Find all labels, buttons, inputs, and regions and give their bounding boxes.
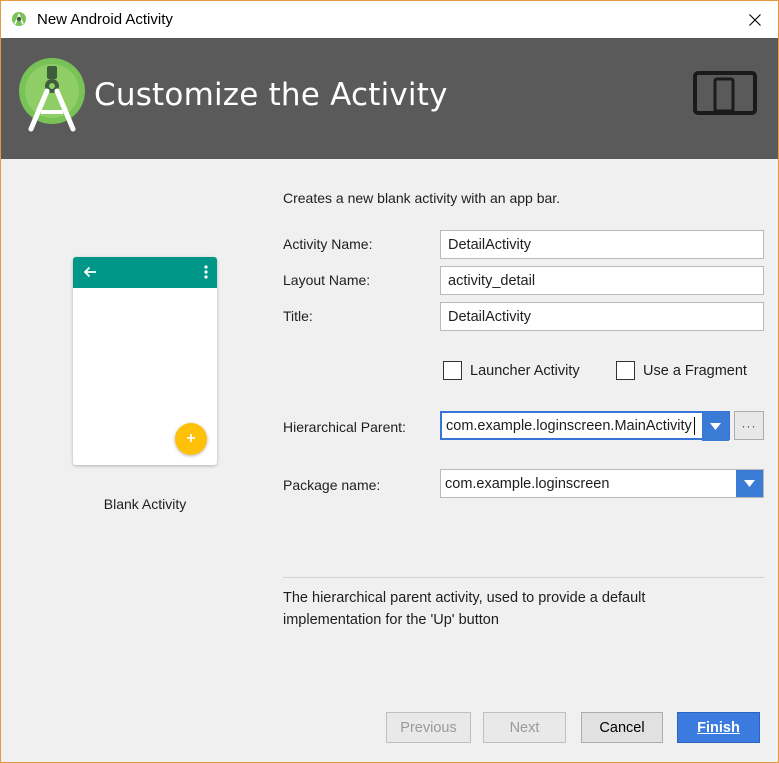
- preview-app-bar: [73, 257, 217, 288]
- activity-name-field[interactable]: DetailActivity: [440, 230, 764, 259]
- help-text-line: The hierarchical parent activity, used t…: [283, 590, 646, 606]
- launcher-activity-option[interactable]: Launcher Activity: [443, 361, 580, 380]
- hierarchical-parent-value[interactable]: com.example.loginscreen.MainActivity: [446, 413, 695, 438]
- back-arrow-icon: [82, 264, 98, 280]
- android-studio-icon: [11, 11, 27, 27]
- new-android-activity-dialog: New Android Activity Customize the Activ…: [0, 0, 779, 763]
- layout-name-label: Layout Name:: [283, 272, 371, 288]
- package-name-dropdown[interactable]: [736, 470, 763, 497]
- browse-parent-button[interactable]: ···: [734, 411, 764, 440]
- close-icon: [749, 13, 761, 26]
- activity-template-preview: +: [73, 257, 217, 465]
- title-label: Title:: [283, 308, 313, 324]
- cancel-button[interactable]: Cancel: [581, 712, 663, 743]
- use-fragment-label: Use a Fragment: [643, 362, 747, 379]
- use-fragment-checkbox[interactable]: [616, 361, 635, 380]
- chevron-down-icon: [710, 423, 721, 430]
- header-banner: Customize the Activity: [1, 38, 778, 159]
- next-button[interactable]: Next: [483, 712, 566, 743]
- previous-button[interactable]: Previous: [386, 712, 471, 743]
- template-description: Creates a new blank activity with an app…: [283, 190, 561, 206]
- preview-fab: +: [175, 423, 207, 455]
- title-field[interactable]: DetailActivity: [440, 302, 764, 331]
- overflow-menu-icon: [204, 265, 208, 279]
- divider: [283, 577, 764, 578]
- window-title: New Android Activity: [37, 11, 173, 28]
- close-button[interactable]: [732, 1, 778, 38]
- finish-button[interactable]: Finish: [677, 712, 760, 743]
- package-name-label: Package name:: [283, 477, 381, 493]
- layout-name-field[interactable]: activity_detail: [440, 266, 764, 295]
- page-title: Customize the Activity: [94, 77, 448, 113]
- activity-name-label: Activity Name:: [283, 236, 373, 252]
- field-help-text: The hierarchical parent activity, used t…: [283, 587, 753, 631]
- chevron-down-icon: [744, 480, 755, 487]
- package-name-combo[interactable]: com.example.loginscreen: [440, 469, 764, 498]
- template-name-label: Blank Activity: [103, 496, 187, 512]
- launcher-activity-checkbox[interactable]: [443, 361, 462, 380]
- package-name-value[interactable]: com.example.loginscreen: [445, 470, 609, 497]
- help-text-line: implementation for the 'Up' button: [283, 612, 499, 628]
- hierarchical-parent-dropdown[interactable]: [702, 412, 729, 441]
- title-bar: New Android Activity: [1, 1, 778, 38]
- hierarchical-parent-label: Hierarchical Parent:: [283, 419, 406, 435]
- launcher-activity-label: Launcher Activity: [470, 362, 580, 379]
- android-studio-logo: [19, 56, 89, 132]
- tablet-phone-icon: [693, 71, 757, 117]
- use-fragment-option[interactable]: Use a Fragment: [616, 361, 747, 380]
- hierarchical-parent-combo[interactable]: com.example.loginscreen.MainActivity: [440, 411, 730, 441]
